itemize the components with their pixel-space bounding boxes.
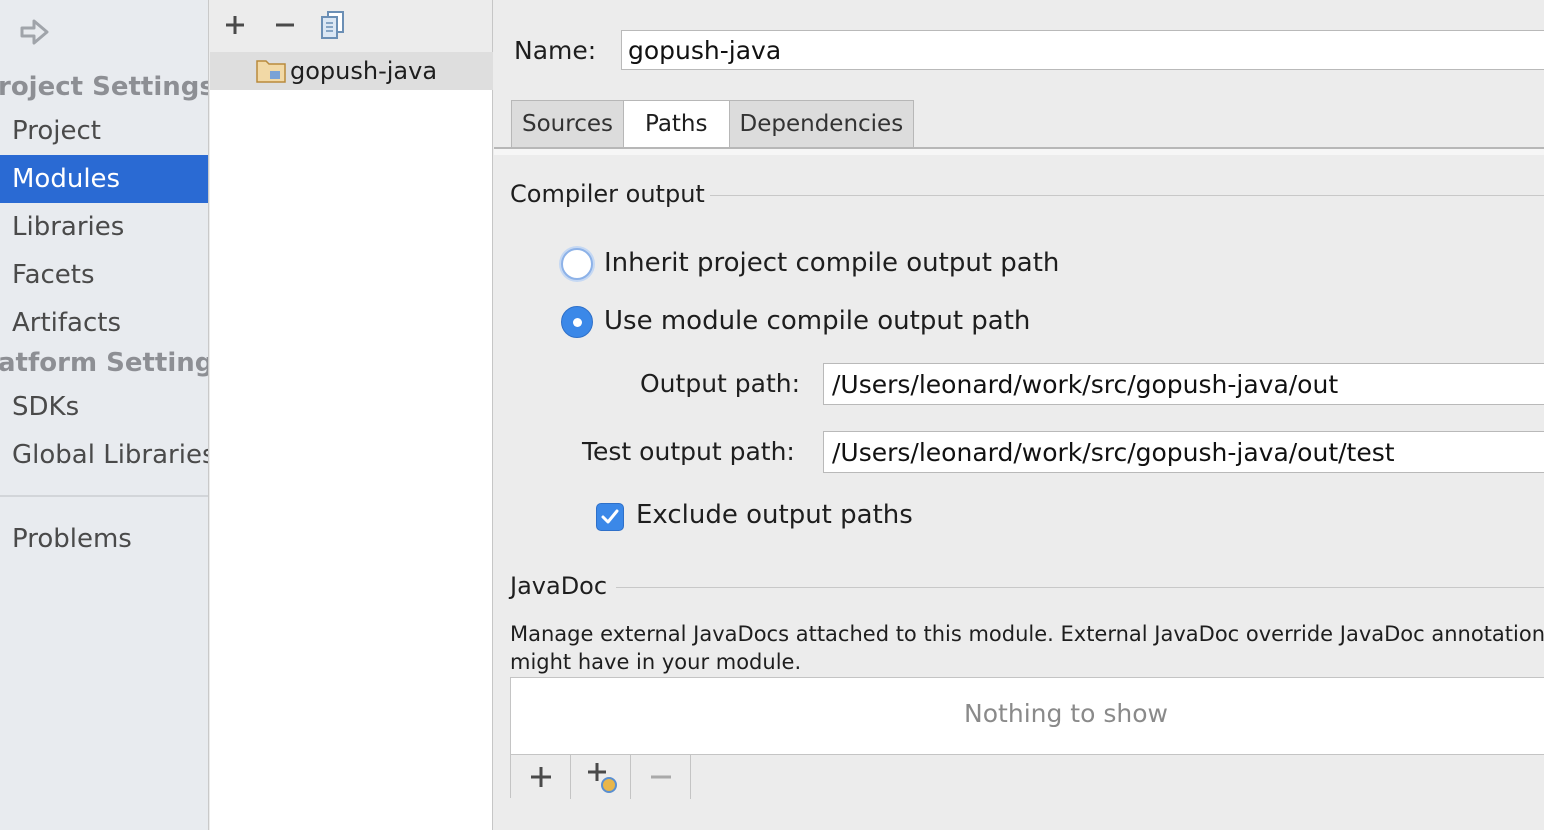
tab-paths[interactable]: Paths [622,100,730,148]
inherit-output-radio[interactable] [561,248,593,280]
use-module-output-radio[interactable] [561,306,593,338]
module-name: gopush-java [290,57,438,85]
tab-content-top [494,149,1544,155]
empty-list-text: Nothing to show [964,699,1168,728]
remove-javadoc-button[interactable] [631,755,691,799]
test-output-path-input[interactable] [823,431,1544,473]
compiler-output-title: Compiler output [510,180,705,208]
plus-icon [531,767,551,787]
inherit-output-label[interactable]: Inherit project compile output path [604,248,1059,278]
javadoc-description-line-2: might have in your module. [510,650,802,674]
add-url-icon [588,763,617,793]
back-arrow-icon[interactable] [20,18,50,46]
copy-icon[interactable] [318,10,348,40]
settings-nav: roject Settings Project Modules Librarie… [0,0,209,830]
module-row-gopush-java[interactable]: gopush-java [210,52,493,90]
javadoc-description: Manage external JavaDocs attached to thi… [510,620,1544,676]
nav-item-facets[interactable]: Facets [0,251,208,299]
tab-sources[interactable]: Sources [511,100,624,148]
javadoc-separator [616,587,1544,588]
module-detail-pane: Name: Sources Paths Dependencies Compile… [494,0,1544,830]
plus-icon[interactable] [220,10,250,40]
exclude-output-checkbox[interactable] [596,503,624,531]
test-output-path-label: Test output path: [582,437,795,466]
minus-icon [651,775,671,779]
javadoc-description-line-1: Manage external JavaDocs attached to thi… [510,622,1544,646]
tab-dependencies[interactable]: Dependencies [728,100,915,148]
nav-item-artifacts[interactable]: Artifacts [0,299,208,347]
name-label: Name: [514,36,597,65]
add-javadoc-url-button[interactable] [571,755,631,799]
nav-item-sdks[interactable]: SDKs [0,383,208,431]
javadoc-title: JavaDoc [510,572,608,600]
module-list-toolbar [210,0,492,52]
module-list-panel: gopush-java [210,0,493,830]
javadoc-toolbar [511,754,1544,799]
module-name-input[interactable] [621,30,1544,70]
output-path-input[interactable] [823,363,1544,405]
nav-item-project[interactable]: Project [0,107,208,155]
minus-icon[interactable] [270,10,300,40]
add-javadoc-button[interactable] [511,755,571,799]
output-path-label: Output path: [640,369,801,398]
checkmark-icon [601,509,619,524]
use-module-output-label[interactable]: Use module compile output path [604,306,1030,336]
module-folder-icon [256,60,286,83]
javadoc-list[interactable]: Nothing to show [510,677,1544,799]
nav-item-global-libraries[interactable]: Global Libraries [0,431,208,479]
platform-settings-header: atform Settings [0,348,209,378]
nav-item-libraries[interactable]: Libraries [0,203,208,251]
nav-item-problems[interactable]: Problems [0,515,208,563]
compiler-output-separator [710,195,1544,196]
nav-divider [0,495,208,497]
project-settings-header: roject Settings [0,72,209,102]
nav-item-modules[interactable]: Modules [0,155,208,203]
module-tabs: Sources Paths Dependencies [511,100,915,148]
exclude-output-label[interactable]: Exclude output paths [636,500,913,530]
